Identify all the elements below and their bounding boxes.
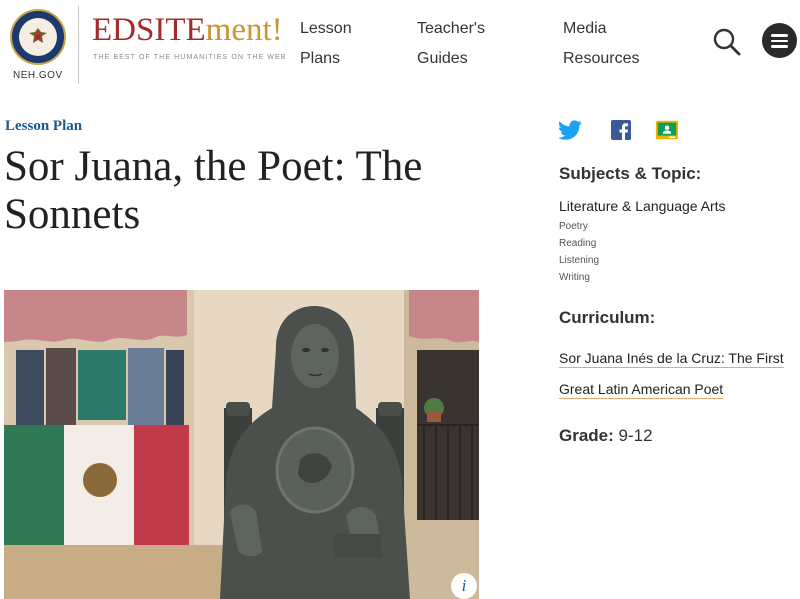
grade-value: 9-12 (618, 426, 653, 445)
hamburger-menu-button[interactable] (762, 23, 797, 58)
site-header: NEH.GOV EDSITEment! THE BEST OF THE HUMA… (0, 0, 800, 90)
grade-level: Grade: 9-12 (559, 426, 653, 446)
twitter-icon[interactable] (559, 119, 583, 141)
nav-media-line2: Resources (563, 50, 640, 67)
hero-image: i (4, 290, 479, 599)
search-icon[interactable] (712, 27, 742, 57)
menu-bar (771, 39, 788, 43)
facebook-icon[interactable] (609, 119, 633, 141)
sor-juana-statue-photo (4, 290, 479, 599)
subjects-heading: Subjects & Topic: (559, 164, 702, 183)
nav-lesson-line2: Plans (300, 50, 341, 67)
nav-lesson-line1: Lesson (300, 20, 352, 37)
subject-item-poetry[interactable]: Poetry (559, 221, 588, 232)
curriculum-heading: Curriculum: (559, 308, 656, 327)
nav-media-line1: Media (563, 20, 607, 37)
edsitement-logo[interactable]: EDSITEment! (92, 14, 283, 47)
subject-item-writing[interactable]: Writing (559, 272, 590, 283)
header-divider (78, 6, 79, 84)
nav-lesson-plans[interactable]: Lesson Plans (300, 14, 410, 74)
image-info-button[interactable]: i (451, 573, 477, 599)
neh-seal-logo[interactable] (10, 9, 66, 65)
content-type-label[interactable]: Lesson Plan (5, 118, 82, 135)
brand-part2: ment! (205, 12, 283, 48)
brand-tagline: THE BEST OF THE HUMANITIES ON THE WEB (93, 54, 287, 61)
subject-item-reading[interactable]: Reading (559, 238, 596, 249)
nav-media-resources[interactable]: Media Resources (563, 14, 673, 74)
menu-bar (771, 45, 788, 48)
grade-label: Grade: (559, 426, 614, 445)
brand-part1: EDSITE (92, 12, 206, 48)
subject-item-listening[interactable]: Listening (559, 255, 599, 266)
menu-bar (771, 34, 788, 37)
subject-link-literature[interactable]: Literature & Language Arts (559, 198, 726, 214)
nav-teacher-line2: Guides (417, 50, 468, 67)
nav-teachers-guides[interactable]: Teacher's Guides (417, 14, 527, 74)
page-title: Sor Juana, the Poet: The Sonnets (4, 143, 423, 238)
curriculum-link-line2[interactable]: Great Latin American Poet (559, 381, 724, 399)
nav-teacher-line1: Teacher's (417, 20, 485, 37)
curriculum-link-line1[interactable]: Sor Juana Inés de la Cruz: The First (559, 350, 784, 368)
eagle-icon (29, 28, 47, 43)
google-classroom-icon[interactable] (655, 119, 679, 141)
neh-gov-label[interactable]: NEH.GOV (13, 70, 63, 81)
